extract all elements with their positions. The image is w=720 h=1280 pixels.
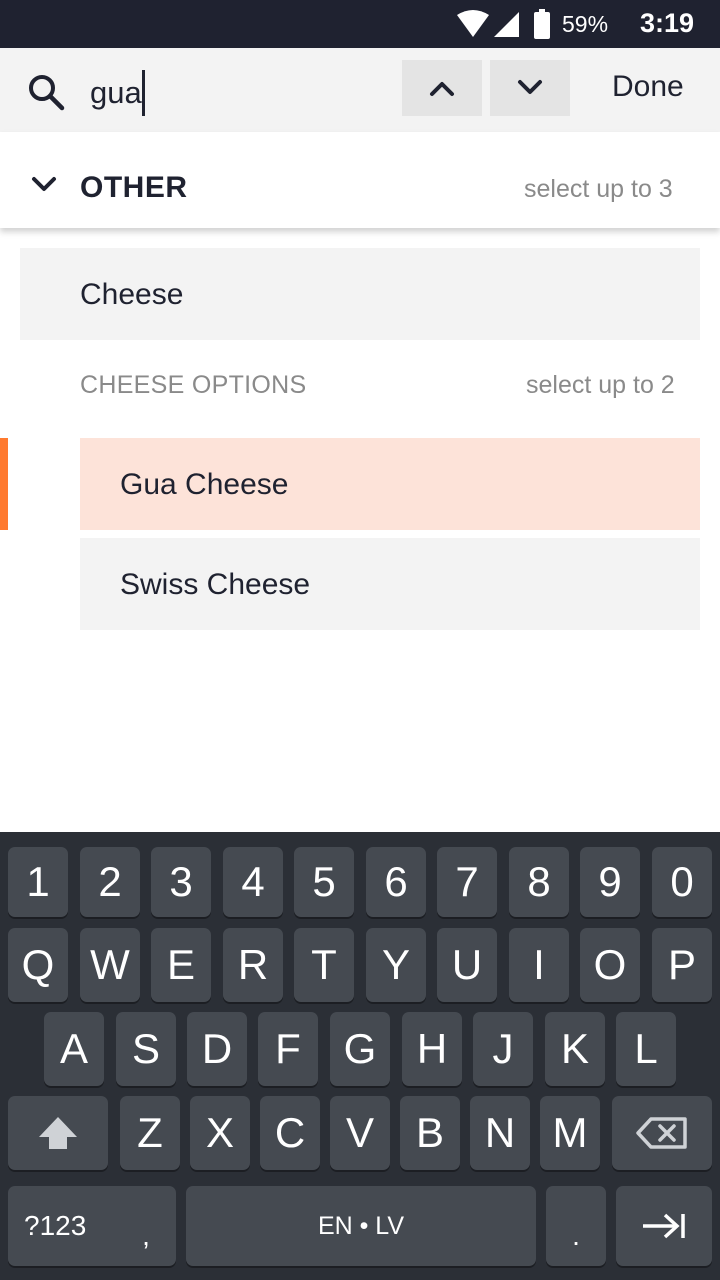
list-item-label: Cheese bbox=[80, 278, 184, 311]
key-7[interactable]: 7 bbox=[437, 847, 497, 917]
key-m[interactable]: M bbox=[540, 1096, 600, 1170]
status-bar bbox=[0, 0, 720, 48]
key-6[interactable]: 6 bbox=[366, 847, 426, 917]
list-item-label: Gua Cheese bbox=[120, 468, 289, 501]
list-item-label: Swiss Cheese bbox=[120, 568, 311, 601]
key-g[interactable]: G bbox=[330, 1012, 390, 1086]
comma-key[interactable]: , bbox=[116, 1186, 176, 1266]
options-limit-text: select up to 2 bbox=[526, 371, 675, 399]
key-k[interactable]: K bbox=[545, 1012, 605, 1086]
key-c[interactable]: C bbox=[260, 1096, 320, 1170]
chevron-up-icon bbox=[430, 82, 454, 96]
key-l[interactable]: L bbox=[616, 1012, 676, 1086]
key-w[interactable]: W bbox=[80, 928, 140, 1002]
key-t[interactable]: T bbox=[294, 928, 354, 1002]
period-key[interactable]: . bbox=[546, 1186, 606, 1266]
backspace-key[interactable] bbox=[612, 1096, 712, 1170]
next-field-key[interactable] bbox=[616, 1186, 712, 1266]
search-icon[interactable] bbox=[26, 72, 66, 112]
match-indicator bbox=[0, 438, 8, 530]
key-z[interactable]: Z bbox=[120, 1096, 180, 1170]
chevron-down-icon bbox=[518, 80, 542, 94]
key-8[interactable]: 8 bbox=[509, 847, 569, 917]
key-e[interactable]: E bbox=[151, 928, 211, 1002]
battery-percentage: 59% bbox=[562, 11, 609, 37]
key-b[interactable]: B bbox=[400, 1096, 460, 1170]
key-q[interactable]: Q bbox=[8, 928, 68, 1002]
clock: 3:19 bbox=[640, 8, 695, 38]
key-o[interactable]: O bbox=[580, 928, 640, 1002]
key-h[interactable]: H bbox=[402, 1012, 462, 1086]
key-5[interactable]: 5 bbox=[294, 847, 354, 917]
signal-icon bbox=[494, 12, 519, 37]
key-1[interactable]: 1 bbox=[8, 847, 68, 917]
key-x[interactable]: X bbox=[190, 1096, 250, 1170]
text-caret bbox=[141, 70, 145, 116]
space-key[interactable]: EN • LV bbox=[186, 1186, 536, 1266]
key-d[interactable]: D bbox=[187, 1012, 247, 1086]
key-9[interactable]: 9 bbox=[580, 847, 640, 917]
key-i[interactable]: I bbox=[509, 928, 569, 1002]
next-match-button[interactable] bbox=[490, 60, 570, 116]
key-3[interactable]: 3 bbox=[151, 847, 211, 917]
section-title: OTHER bbox=[80, 171, 188, 204]
key-n[interactable]: N bbox=[470, 1096, 530, 1170]
backspace-icon bbox=[636, 1117, 687, 1149]
key-j[interactable]: J bbox=[473, 1012, 533, 1086]
search-query: gua bbox=[90, 75, 142, 110]
battery-icon bbox=[534, 9, 550, 39]
key-4[interactable]: 4 bbox=[223, 847, 283, 917]
key-v[interactable]: V bbox=[330, 1096, 390, 1170]
key-y[interactable]: Y bbox=[366, 928, 426, 1002]
tab-arrow-icon bbox=[643, 1213, 685, 1239]
key-2[interactable]: 2 bbox=[80, 847, 140, 917]
shift-icon bbox=[39, 1117, 77, 1149]
chevron-down-icon[interactable] bbox=[30, 174, 58, 194]
key-a[interactable]: A bbox=[44, 1012, 104, 1086]
search-input[interactable]: gua bbox=[90, 70, 145, 116]
section-limit-text: select up to 3 bbox=[524, 175, 673, 203]
key-u[interactable]: U bbox=[437, 928, 497, 1002]
key-p[interactable]: P bbox=[652, 928, 712, 1002]
done-button[interactable]: Done bbox=[612, 70, 684, 104]
key-s[interactable]: S bbox=[116, 1012, 176, 1086]
keyboard: 1 2 3 4 5 6 7 8 9 0 Q W E R T Y U I O P … bbox=[0, 832, 720, 1280]
options-title: CHEESE OPTIONS bbox=[80, 371, 307, 399]
previous-match-button[interactable] bbox=[402, 60, 482, 116]
key-r[interactable]: R bbox=[223, 928, 283, 1002]
key-0[interactable]: 0 bbox=[652, 847, 712, 917]
shift-key[interactable] bbox=[8, 1096, 108, 1170]
key-f[interactable]: F bbox=[258, 1012, 318, 1086]
wifi-icon bbox=[457, 10, 489, 37]
